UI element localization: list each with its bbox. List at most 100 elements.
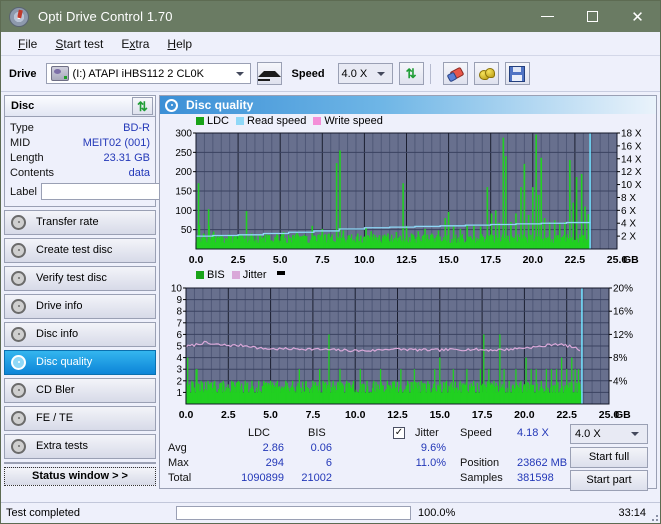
minimize-button[interactable] xyxy=(525,1,570,32)
sidebar-item-drive-info[interactable]: Drive info xyxy=(4,293,156,319)
drive-value: (I:) ATAPI iHBS112 2 CL0K xyxy=(72,67,204,80)
stats-row-avg: Avg xyxy=(168,441,187,454)
menu-help[interactable]: Help xyxy=(158,35,201,53)
menu-bar: File Start test Extra Help xyxy=(1,32,660,56)
svg-text:5.0: 5.0 xyxy=(273,254,288,266)
bis-chart: 1 2 3 4 5 6 7 8 9 10 4% 8% 12% 16% 20% 0.0 2.5 5.0 7.5 10.0… xyxy=(160,282,656,424)
sidebar-item-verify-test-disc[interactable]: Verify test disc xyxy=(4,265,156,291)
svg-text:200: 200 xyxy=(175,167,192,178)
close-icon: ✕ xyxy=(631,8,644,26)
app-disc-icon xyxy=(9,6,29,27)
disc-icon xyxy=(11,242,26,258)
maximize-button[interactable] xyxy=(570,1,615,32)
svg-text:22.5: 22.5 xyxy=(565,254,586,266)
stats-row-total: Total xyxy=(168,471,192,484)
ldc-chart-svg: 50 100 150 200 250 300 2 X 4 X 6 X 8 X 10 X 12 X 14 … xyxy=(175,129,642,267)
ldc-chart: 50 100 150 200 250 300 2 X 4 X 6 X 8 X 10 X 12 X 14 … xyxy=(160,127,656,269)
sidebar-item-label: Verify test disc xyxy=(36,272,107,285)
svg-text:7.5: 7.5 xyxy=(315,254,330,266)
elapsed-time: 33:14 xyxy=(618,507,646,519)
svg-text:0.0: 0.0 xyxy=(179,409,194,421)
svg-text:16 X: 16 X xyxy=(621,142,642,153)
status-window-button[interactable]: Status window > > xyxy=(4,466,156,487)
sidebar-item-label: Disc quality xyxy=(36,356,93,369)
svg-text:4%: 4% xyxy=(613,376,628,387)
svg-text:2: 2 xyxy=(176,376,182,387)
svg-text:2.5: 2.5 xyxy=(221,409,236,421)
disc-icon xyxy=(11,326,26,342)
disc-quality-panel: Disc quality LDC Read speed Write speed xyxy=(159,95,657,491)
disc-panel: Disc ⇅ Type BD-R MID MEIT02 (001) Length… xyxy=(4,95,244,207)
legend-swatch xyxy=(313,116,322,125)
stats-bis-total: 21002 xyxy=(301,471,332,484)
menu-extra[interactable]: Extra xyxy=(112,35,158,53)
svg-text:GB: GB xyxy=(623,254,639,266)
speed-value: 4.0 X xyxy=(341,67,368,80)
svg-text:3: 3 xyxy=(176,364,182,375)
drive-select[interactable]: (I:) ATAPI iHBS112 2 CL0K xyxy=(45,63,251,84)
svg-text:10.0: 10.0 xyxy=(345,409,366,421)
disc-label-key: Label xyxy=(10,185,37,198)
start-part-button[interactable]: Start part xyxy=(570,469,648,491)
eject-icon xyxy=(257,70,281,81)
svg-text:14 X: 14 X xyxy=(621,154,642,165)
sidebar-item-fe-te[interactable]: FE / TE xyxy=(4,405,156,431)
disc-icon xyxy=(11,410,26,426)
status-bar: Test completed 100.0% 33:14 xyxy=(1,502,660,523)
sidebar-item-label: Create test disc xyxy=(36,244,113,257)
bulb-button[interactable] xyxy=(473,62,499,85)
sidebar-item-extra-tests[interactable]: Extra tests xyxy=(4,433,156,459)
svg-text:50: 50 xyxy=(181,225,193,236)
disc-icon xyxy=(11,354,26,370)
jitter-checkbox[interactable]: ✓ xyxy=(393,426,405,439)
svg-text:12%: 12% xyxy=(613,330,633,341)
legend-bis: BIS xyxy=(196,269,225,281)
stats-ldc-avg: 2.86 xyxy=(262,441,284,454)
speed-label: Speed xyxy=(291,67,325,80)
speed-select[interactable]: 4.0 X xyxy=(337,63,393,84)
legend-label: Jitter xyxy=(242,269,267,282)
disc-refresh-button[interactable]: ⇅ xyxy=(132,97,153,115)
disc-label-row: Label xyxy=(10,182,244,201)
drive-label: Drive xyxy=(9,67,37,80)
start-full-button[interactable]: Start full xyxy=(570,446,648,468)
save-button[interactable] xyxy=(504,62,530,85)
stats-col-ldc: LDC xyxy=(248,426,271,439)
erase-button[interactable] xyxy=(442,62,468,85)
refresh-button[interactable]: ⇅ xyxy=(398,62,424,85)
toolbar: Drive (I:) ATAPI iHBS112 2 CL0K Speed 4.… xyxy=(1,56,660,92)
svg-text:9: 9 xyxy=(176,295,182,306)
sidebar-item-disc-quality[interactable]: Disc quality xyxy=(4,349,156,375)
sidebar-item-label: Drive info xyxy=(36,300,83,313)
panel-title: Disc quality xyxy=(186,98,254,113)
menu-start-test[interactable]: Start test xyxy=(46,35,112,53)
cursor-marker-icon xyxy=(276,270,285,275)
status-text: Test completed xyxy=(6,507,80,519)
samples-value: 381598 xyxy=(517,471,554,484)
close-button[interactable]: ✕ xyxy=(615,1,660,32)
window-controls: ✕ xyxy=(525,1,660,32)
svg-text:5.0: 5.0 xyxy=(263,409,278,421)
menu-file[interactable]: File xyxy=(9,35,46,53)
sidebar-item-transfer-rate[interactable]: Transfer rate xyxy=(4,210,156,235)
svg-text:6 X: 6 X xyxy=(621,206,636,217)
eject-button[interactable] xyxy=(256,62,282,85)
chevron-down-icon xyxy=(631,431,639,436)
resize-grip[interactable] xyxy=(648,511,658,521)
sidebar-item-disc-info[interactable]: Disc info xyxy=(4,321,156,347)
svg-text:150: 150 xyxy=(175,187,192,198)
svg-text:0.0: 0.0 xyxy=(189,254,204,266)
samples-key: Samples xyxy=(460,471,503,484)
sidebar: Disc ⇅ Type BD-R MID MEIT02 (001) Length… xyxy=(1,92,244,489)
svg-text:100: 100 xyxy=(175,206,192,217)
sidebar-item-create-test-disc[interactable]: Create test disc xyxy=(4,237,156,263)
panel-header: Disc quality xyxy=(160,96,656,115)
test-speed-select[interactable]: 4.0 X xyxy=(570,423,648,444)
sidebar-item-label: CD Bler xyxy=(36,384,75,397)
sidebar-item-cd-bler[interactable]: CD Bler xyxy=(4,377,156,403)
svg-text:15.0: 15.0 xyxy=(430,409,451,421)
stats-jitter-avg: 9.6% xyxy=(420,441,446,454)
svg-text:20%: 20% xyxy=(613,283,633,294)
disc-icon xyxy=(11,298,26,314)
legend-jitter: Jitter xyxy=(231,269,267,282)
